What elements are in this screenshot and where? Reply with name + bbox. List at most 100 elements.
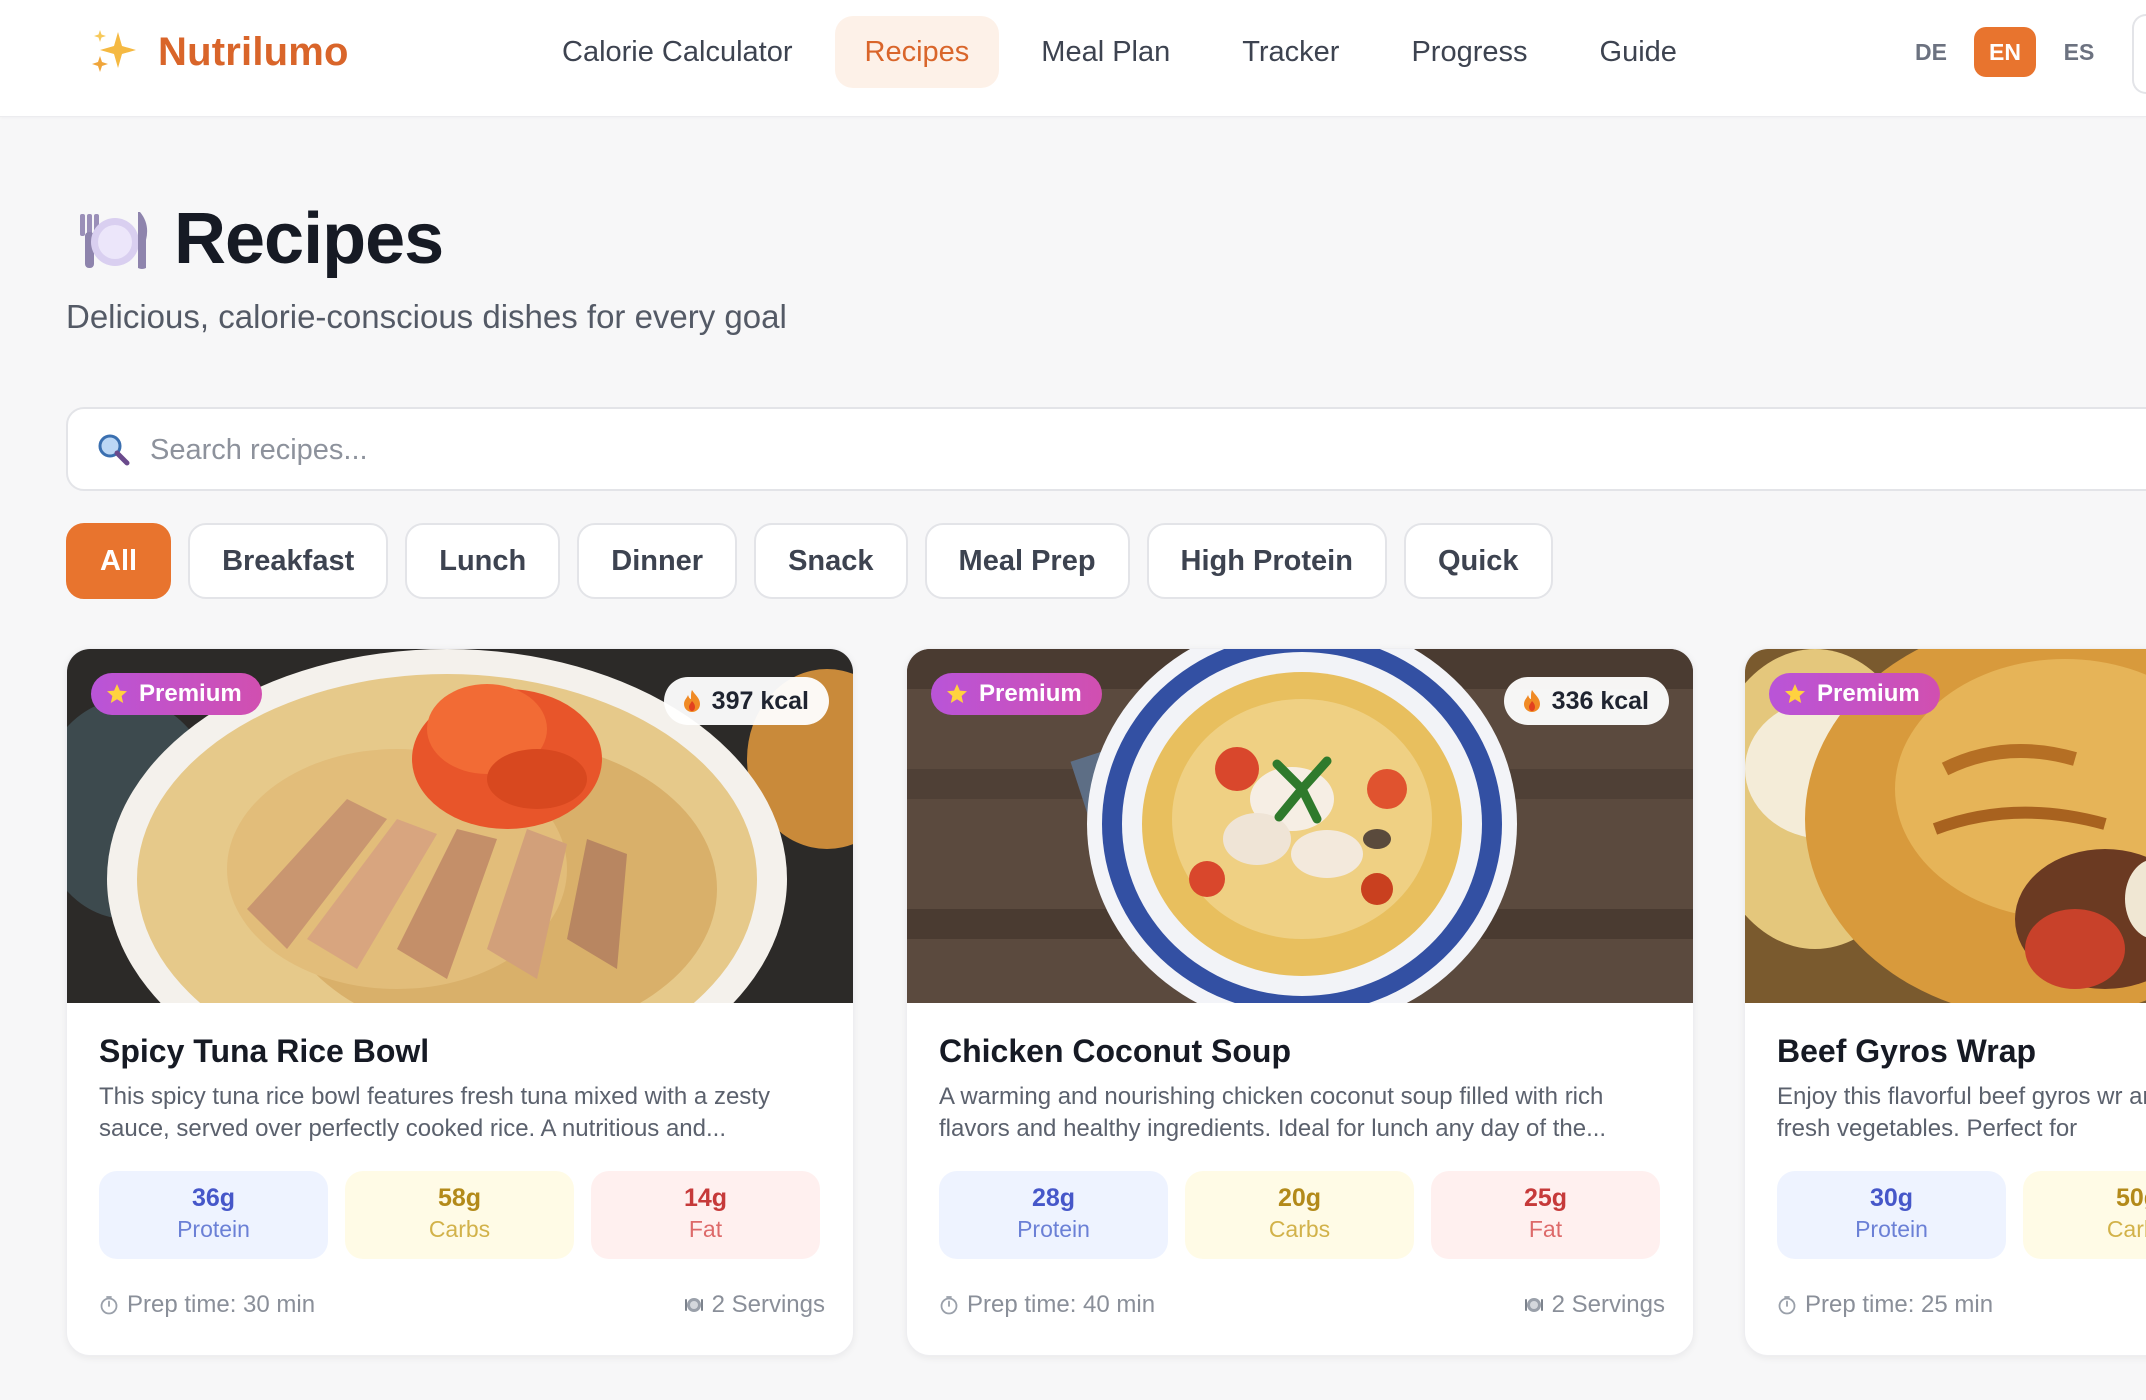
premium-badge: Premium: [931, 673, 1102, 715]
recipe-card[interactable]: Premium 397 kcal Spicy Tuna Rice Bowl Th…: [66, 648, 854, 1356]
nav-guide[interactable]: Guide: [1570, 16, 1707, 88]
stopwatch-icon: [1778, 1296, 1796, 1315]
recipe-card[interactable]: Premium 336 kcal Chicken Coconut Soup A …: [906, 648, 1694, 1356]
premium-label: Premium: [139, 680, 242, 707]
carbs-value: 58g: [437, 1184, 482, 1212]
macro-protein: 28g Protein: [939, 1171, 1168, 1259]
page-subtitle: Delicious, calorie-conscious dishes for …: [66, 298, 787, 335]
macro-summary: 36g Protein 58g Carbs 14g Fat: [99, 1171, 820, 1259]
prep-time-text: Prep time: 25 min: [1805, 1291, 1994, 1318]
star-icon: [107, 684, 127, 703]
recipe-title: Beef Gyros Wrap: [1777, 1033, 2037, 1069]
macro-carbs: 58g Carbs: [345, 1171, 574, 1259]
protein-value: 36g: [191, 1184, 236, 1212]
search-input[interactable]: [150, 423, 1950, 477]
filter-quick[interactable]: Quick: [1403, 523, 1553, 599]
protein-label: Protein: [1017, 1216, 1090, 1242]
macro-fat: 25g Fat: [1431, 1171, 1660, 1259]
prep-time: Prep time: 25 min: [1777, 1291, 1993, 1319]
macro-carbs: 20g Carbs: [1185, 1171, 1414, 1259]
stopwatch-icon: [100, 1296, 118, 1315]
filter-high-protein[interactable]: High Protein: [1146, 523, 1387, 599]
macro-summary: 28g Protein 20g Carbs 25g Fat: [939, 1171, 1660, 1259]
nav-calorie-calculator[interactable]: Calorie Calculator: [532, 16, 823, 88]
brand-name: Nutrilumo: [158, 29, 349, 74]
filter-breakfast[interactable]: Breakfast: [188, 523, 389, 599]
prep-time-text: Prep time: 30 min: [127, 1291, 316, 1318]
language-switcher: DE EN ES: [1900, 27, 2110, 77]
nav-recipes[interactable]: Recipes: [834, 16, 1000, 88]
recipe-meta: Prep time: 30 min 2 Servings: [99, 1291, 825, 1319]
recipe-meta: Prep time: 40 min 2 Servings: [939, 1291, 1665, 1319]
macro-protein: 30g Protein: [1777, 1171, 2006, 1259]
servings-text: 2 Servings: [1551, 1291, 1665, 1318]
recipe-card[interactable]: Premium Beef Gyros Wrap Enjoy this flavo…: [1744, 648, 2146, 1356]
page-title: Recipes: [174, 199, 444, 279]
kcal-badge: 336 kcal: [1503, 677, 1669, 725]
kcal-badge: 397 kcal: [663, 677, 829, 725]
macro-protein: 36g Protein: [99, 1171, 328, 1259]
plate-icon: [1524, 1298, 1543, 1312]
lang-es-button[interactable]: ES: [2048, 27, 2110, 77]
plate-cutlery-icon: [80, 212, 148, 269]
protein-value: 30g: [1869, 1184, 1914, 1212]
macro-summary: 30g Protein 50g Carbs: [1777, 1171, 2146, 1259]
servings: 2 Servings: [684, 1291, 825, 1319]
premium-badge: Premium: [1769, 673, 1940, 715]
filter-lunch[interactable]: Lunch: [405, 523, 561, 599]
plate-icon: [684, 1298, 703, 1312]
main-nav: Calorie Calculator Recipes Meal Plan Tra…: [532, 16, 1719, 88]
header-action-button[interactable]: [2132, 14, 2146, 94]
servings-text: 2 Servings: [711, 1291, 825, 1318]
filter-all[interactable]: All: [66, 523, 172, 599]
filter-meal-prep[interactable]: Meal Prep: [924, 523, 1130, 599]
kcal-value: 397 kcal: [711, 686, 809, 715]
nav-tracker[interactable]: Tracker: [1212, 16, 1369, 88]
kcal-value: 336 kcal: [1551, 686, 1649, 715]
lang-en-button[interactable]: EN: [1974, 27, 2036, 77]
sparkles-icon: [92, 30, 136, 72]
lang-de-button[interactable]: DE: [1900, 27, 1962, 77]
stopwatch-icon: [940, 1296, 958, 1315]
prep-time: Prep time: 40 min: [939, 1291, 1155, 1319]
nav-progress[interactable]: Progress: [1381, 16, 1557, 88]
carbs-value: 50g: [2115, 1184, 2146, 1212]
recipe-description: Enjoy this flavorful beef gyros wr and f…: [1777, 1081, 2146, 1145]
premium-badge: Premium: [91, 673, 262, 715]
carbs-value: 20g: [1277, 1184, 1322, 1212]
prep-time-text: Prep time: 40 min: [967, 1291, 1156, 1318]
recipe-description: This spicy tuna rice bowl features fresh…: [99, 1083, 770, 1142]
protein-value: 28g: [1031, 1184, 1076, 1212]
fat-label: Fat: [1528, 1216, 1563, 1242]
carbs-label: Carbs: [428, 1216, 491, 1242]
prep-time: Prep time: 30 min: [99, 1291, 315, 1319]
filter-snack[interactable]: Snack: [754, 523, 908, 599]
recipe-meta: Prep time: 25 min: [1777, 1291, 2146, 1319]
filter-dinner[interactable]: Dinner: [577, 523, 738, 599]
brand-logo[interactable]: Nutrilumo: [88, 26, 349, 78]
fat-label: Fat: [688, 1216, 723, 1242]
category-filters: All Breakfast Lunch Dinner Snack Meal Pr…: [66, 523, 1553, 599]
carbs-label: Carbs: [2106, 1216, 2146, 1242]
star-icon: [1785, 684, 1805, 703]
recipe-title: Chicken Coconut Soup: [939, 1033, 1291, 1069]
servings: 2 Servings: [1524, 1291, 1665, 1319]
top-header: Nutrilumo Calorie Calculator Recipes Mea…: [0, 0, 2146, 117]
fat-value: 25g: [1523, 1184, 1568, 1212]
premium-label: Premium: [979, 680, 1082, 707]
nav-meal-plan[interactable]: Meal Plan: [1011, 16, 1200, 88]
protein-label: Protein: [1855, 1216, 1928, 1242]
star-icon: [947, 684, 967, 703]
carbs-label: Carbs: [1268, 1216, 1331, 1242]
search-icon: [98, 434, 130, 466]
flame-icon: [1523, 690, 1540, 712]
recipe-description: A warming and nourishing chicken coconut…: [939, 1083, 1607, 1142]
macro-fat: 14g Fat: [591, 1171, 820, 1259]
search-bar: [66, 407, 2146, 491]
macro-carbs: 50g Carbs: [2023, 1171, 2146, 1259]
fat-value: 14g: [683, 1184, 728, 1212]
flame-icon: [683, 690, 700, 712]
protein-label: Protein: [177, 1216, 250, 1242]
recipe-title: Spicy Tuna Rice Bowl: [99, 1033, 430, 1069]
page-heading: Recipes: [76, 198, 444, 280]
